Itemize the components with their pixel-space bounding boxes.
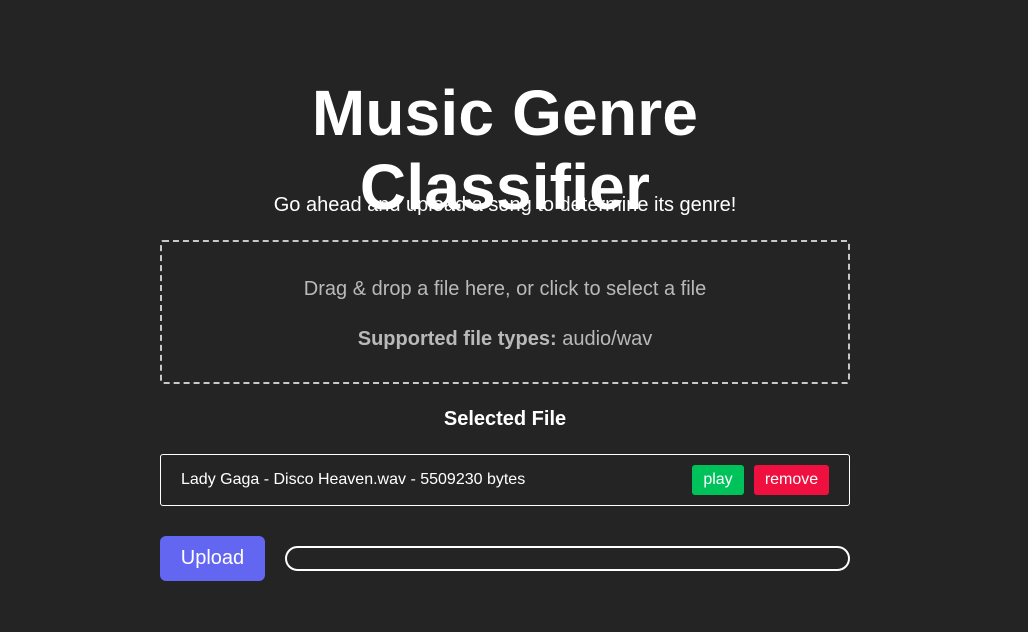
upload-button[interactable]: Upload xyxy=(160,536,265,581)
file-dropzone[interactable]: Drag & drop a file here, or click to sel… xyxy=(160,240,850,384)
play-button[interactable]: play xyxy=(692,465,744,495)
remove-button[interactable]: remove xyxy=(754,465,829,495)
supported-file-types-value: audio/wav xyxy=(562,328,653,350)
supported-file-types-label: Supported file types: xyxy=(357,328,557,350)
supported-file-types: Supported file types: audio/wav xyxy=(162,327,848,351)
selected-file-heading: Selected File xyxy=(443,408,567,430)
selected-file-name: Lady Gaga - Disco Heaven.wav - 5509230 b… xyxy=(181,471,526,488)
selected-file-row: Lady Gaga - Disco Heaven.wav - 5509230 b… xyxy=(160,454,850,506)
dropzone-prompt: Drag & drop a file here, or click to sel… xyxy=(303,278,707,300)
upload-progress-bar xyxy=(285,546,850,571)
page-subtitle: Go ahead and upload a song to determine … xyxy=(273,194,737,216)
